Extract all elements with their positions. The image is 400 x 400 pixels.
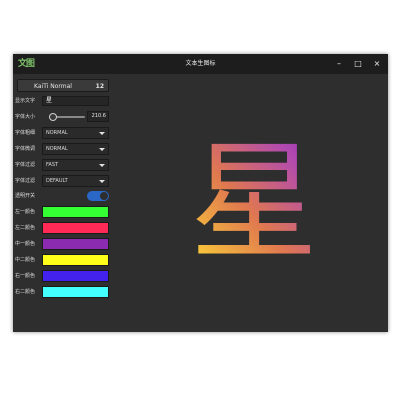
color-label-left2: 左二颜色 (15, 225, 36, 231)
color-label-left1: 左一颜色 (15, 209, 36, 215)
weight-label: 字体粗细 (15, 130, 36, 136)
filter2-combo-value: DEFAULT (46, 178, 68, 184)
preview-area: 星 (111, 74, 388, 332)
preview-character: 星 (190, 128, 318, 277)
color-label-mid2: 中二颜色 (15, 257, 36, 263)
close-button[interactable]: × (369, 54, 385, 74)
filter2-label: 字体过滤 (15, 178, 36, 184)
color-swatch-right2[interactable] (42, 286, 109, 298)
color-label-right1: 右一颜色 (15, 273, 36, 279)
font-size-slider-handle[interactable] (48, 113, 57, 121)
color-swatch-mid2[interactable] (42, 254, 109, 266)
color-swatch-left1[interactable] (42, 206, 109, 218)
settings-panel: KaiTi Normal 12 显示文字 星 字体大小 210.6 字体粗细 N… (13, 74, 111, 332)
toggle-knob (100, 192, 108, 200)
chevron-down-icon (99, 180, 105, 183)
font-size-value: 12 (95, 83, 104, 90)
color-label-mid1: 中一颜色 (15, 241, 36, 247)
color-label-right2: 右二颜色 (15, 289, 36, 295)
minimize-button[interactable]: – (331, 54, 347, 74)
color-swatch-mid1[interactable] (42, 238, 109, 250)
hinting-label: 字体微调 (15, 146, 36, 152)
chevron-down-icon (99, 164, 105, 167)
weight-combo[interactable]: NORMAL (42, 127, 109, 139)
text-input[interactable]: 星 (42, 96, 109, 106)
app-window: 文图 文本生图标 – □ × KaiTi Normal 12 显示文字 星 字体… (13, 54, 388, 332)
font-select-button[interactable]: KaiTi Normal 12 (17, 79, 109, 92)
title-bar[interactable]: 文图 文本生图标 – □ × (13, 54, 388, 74)
color-swatch-right1[interactable] (42, 270, 109, 282)
maximize-button[interactable]: □ (350, 54, 366, 74)
transparent-label: 透明开关 (15, 193, 36, 199)
font-name: KaiTi Normal (34, 83, 72, 90)
filter-label: 字体过滤 (15, 162, 36, 168)
filter2-combo[interactable]: DEFAULT (42, 175, 109, 187)
color-swatch-left2[interactable] (42, 222, 109, 234)
text-label: 显示文字 (15, 98, 36, 104)
hinting-combo-value: NORMAL (46, 146, 68, 152)
font-size-spinbox[interactable]: 210.6 (87, 111, 109, 122)
filter-combo[interactable]: FAST (42, 159, 109, 171)
weight-combo-value: NORMAL (46, 130, 68, 136)
font-size-label: 字体大小 (15, 114, 36, 120)
chevron-down-icon (99, 132, 105, 135)
chevron-down-icon (99, 148, 105, 151)
filter-combo-value: FAST (46, 162, 59, 168)
hinting-combo[interactable]: NORMAL (42, 143, 109, 155)
preview-canvas: 星 (190, 128, 318, 277)
transparent-toggle[interactable] (87, 191, 109, 201)
